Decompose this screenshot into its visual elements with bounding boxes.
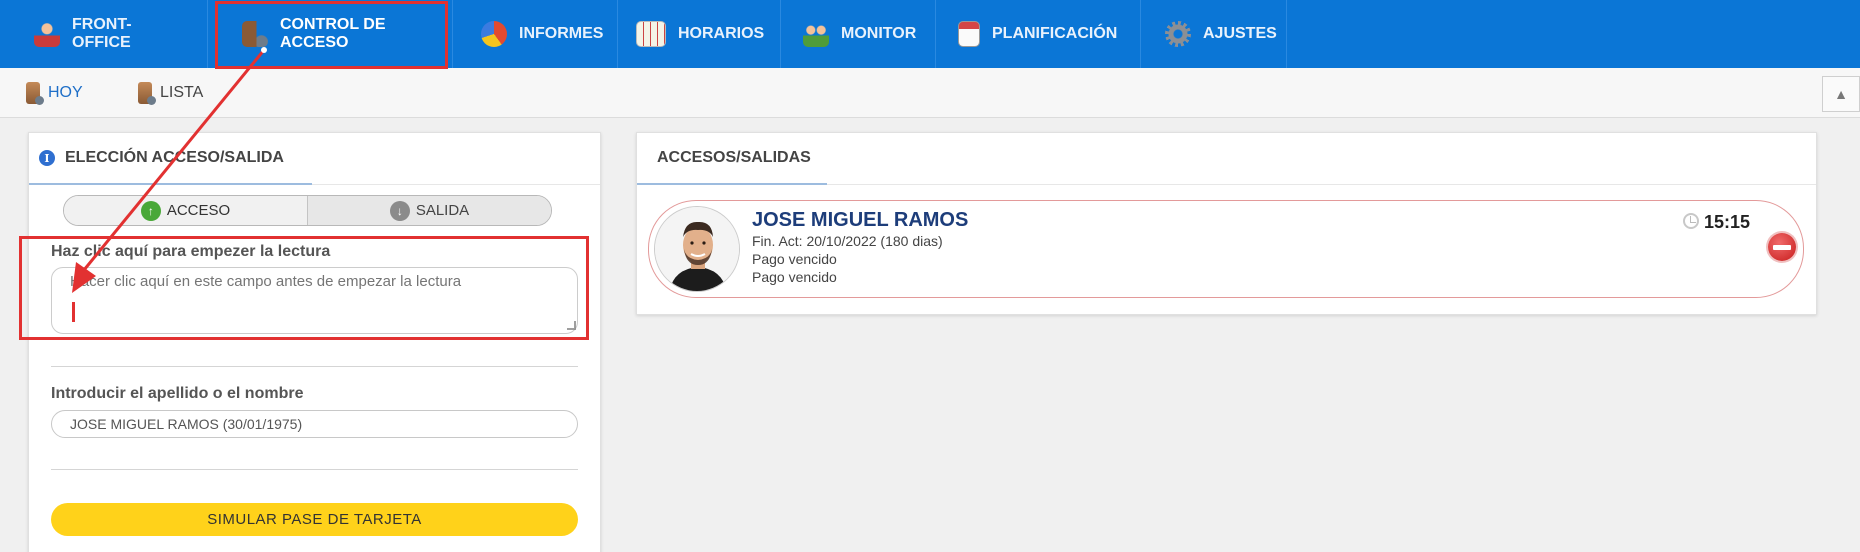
nav-horarios[interactable]: HORARIOS bbox=[618, 0, 781, 68]
text-cursor bbox=[72, 302, 75, 322]
clock-icon bbox=[1683, 213, 1699, 229]
arrow-down-icon: ↓ bbox=[389, 200, 410, 221]
nav-monitor[interactable]: MONITOR bbox=[781, 0, 936, 68]
nav-informes[interactable]: INFORMES bbox=[453, 0, 618, 68]
pin-icon: ▲ bbox=[1834, 86, 1848, 102]
subnav-lista-label: LISTA bbox=[160, 84, 204, 101]
nav-front-office[interactable]: FRONT-OFFICE bbox=[0, 0, 208, 68]
person-name[interactable]: JOSE MIGUEL RAMOS bbox=[752, 209, 968, 232]
nav-ajustes-label: AJUSTES bbox=[1203, 25, 1277, 42]
simulate-card-swipe-button[interactable]: SIMULAR PASE DE TARJETA bbox=[51, 503, 578, 536]
front-office-person-icon bbox=[34, 21, 60, 47]
exit-option[interactable]: ↓ SALIDA bbox=[308, 196, 551, 225]
nav-horarios-label: HORARIOS bbox=[678, 25, 765, 42]
sub-navigation: HOY LISTA ▲ bbox=[0, 68, 1860, 118]
nav-monitor-label: MONITOR bbox=[841, 25, 917, 42]
info-icon: i bbox=[39, 150, 55, 166]
divider bbox=[51, 366, 578, 367]
calendar-grid-icon bbox=[636, 21, 666, 47]
nav-ajustes[interactable]: AJUSTES bbox=[1141, 0, 1287, 68]
payment-status: Pago vencido bbox=[752, 251, 837, 267]
subnav-lista[interactable]: LISTA bbox=[138, 68, 203, 118]
name-search-input[interactable] bbox=[51, 410, 578, 438]
highlight-box-reader-field bbox=[19, 236, 589, 340]
payment-status: Pago vencido bbox=[752, 269, 837, 285]
access-exit-toggle: ↑ ACCESO ↓ SALIDA bbox=[63, 195, 552, 226]
access-option-label: ACCESO bbox=[166, 202, 231, 219]
door-person-icon bbox=[26, 82, 44, 105]
arrow-up-icon: ↑ bbox=[140, 200, 161, 221]
access-log-title: ACCESOS/SALIDAS bbox=[657, 149, 811, 166]
people-monitor-icon bbox=[803, 21, 829, 47]
access-choice-title: ELECCIÓN ACCESO/SALIDA bbox=[65, 149, 284, 166]
nav-front-office-label: FRONT-OFFICE bbox=[72, 16, 132, 51]
calendar-icon bbox=[958, 21, 980, 47]
access-entry-card[interactable]: JOSE MIGUEL RAMOS Fin. Act: 20/10/2022 (… bbox=[648, 200, 1804, 298]
nav-planificacion[interactable]: PLANIFICACIÓN bbox=[936, 0, 1141, 68]
pie-chart-icon bbox=[481, 21, 507, 47]
access-choice-header: i ELECCIÓN ACCESO/SALIDA bbox=[29, 133, 600, 185]
access-time: 15:15 bbox=[1704, 212, 1751, 232]
access-log-header: ACCESOS/SALIDAS bbox=[637, 133, 1816, 185]
nav-informes-label: INFORMES bbox=[519, 25, 604, 42]
access-choice-tab[interactable]: i ELECCIÓN ACCESO/SALIDA bbox=[29, 133, 312, 185]
pin-button[interactable]: ▲ bbox=[1822, 76, 1860, 112]
access-log-tab[interactable]: ACCESOS/SALIDAS bbox=[637, 133, 827, 185]
gear-icon bbox=[1165, 21, 1191, 47]
access-option[interactable]: ↑ ACCESO bbox=[64, 196, 308, 225]
subnav-hoy-label: HOY bbox=[48, 84, 83, 101]
name-search-label: Introducir el apellido o el nombre bbox=[51, 385, 304, 402]
access-log-panel: ACCESOS/SALIDAS JOSE MIGUEL RAMOS Fin. A… bbox=[636, 132, 1817, 315]
nav-planificacion-label: PLANIFICACIÓN bbox=[992, 25, 1118, 42]
membership-end-date: Fin. Act: 20/10/2022 (180 dias) bbox=[752, 233, 943, 249]
highlight-box-control-de-acceso bbox=[215, 1, 448, 69]
door-person-icon bbox=[138, 82, 156, 105]
access-choice-panel: i ELECCIÓN ACCESO/SALIDA ↑ ACCESO ↓ SALI… bbox=[28, 132, 601, 552]
avatar bbox=[654, 206, 740, 292]
exit-option-label: SALIDA bbox=[415, 202, 470, 219]
subnav-hoy[interactable]: HOY bbox=[26, 68, 83, 118]
divider bbox=[51, 469, 578, 470]
access-denied-icon[interactable] bbox=[1768, 233, 1796, 261]
